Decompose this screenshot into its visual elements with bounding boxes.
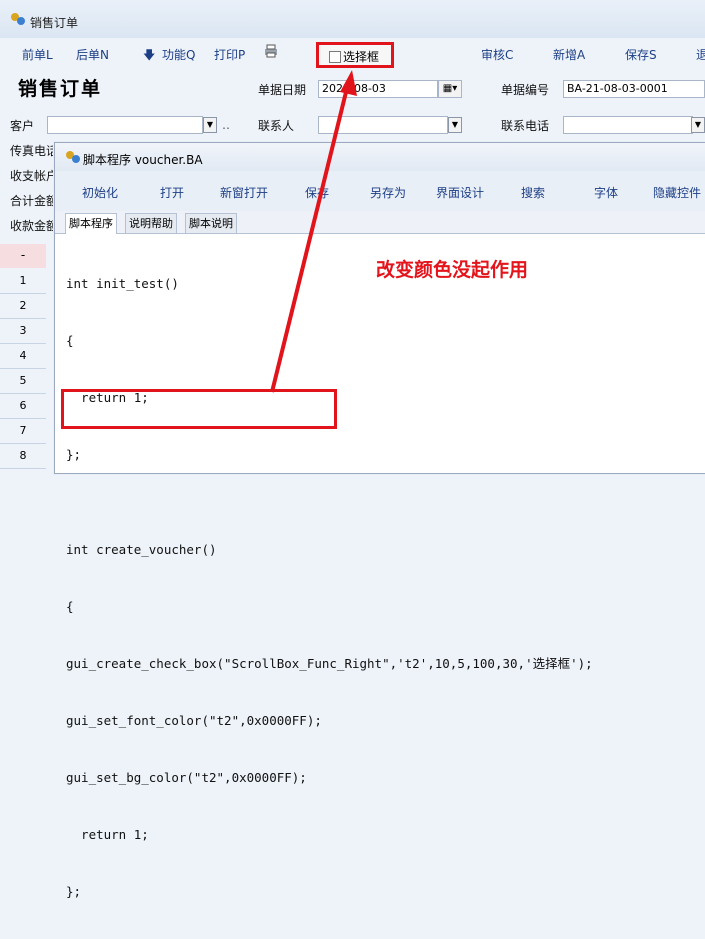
code-line: gui_create_check_box("ScrollBox_Func_Rig…	[66, 656, 593, 671]
code-line: };	[66, 884, 82, 899]
code-line: return 1;	[66, 827, 149, 842]
annotation-arrow	[270, 70, 357, 393]
code-line: {	[66, 599, 74, 614]
code-line: gui_set_font_color("t2",0x0000FF);	[66, 713, 322, 728]
code-line: gui_set_bg_color("t2",0x0000FF);	[66, 770, 307, 785]
code-line: int create_voucher()	[66, 542, 217, 557]
